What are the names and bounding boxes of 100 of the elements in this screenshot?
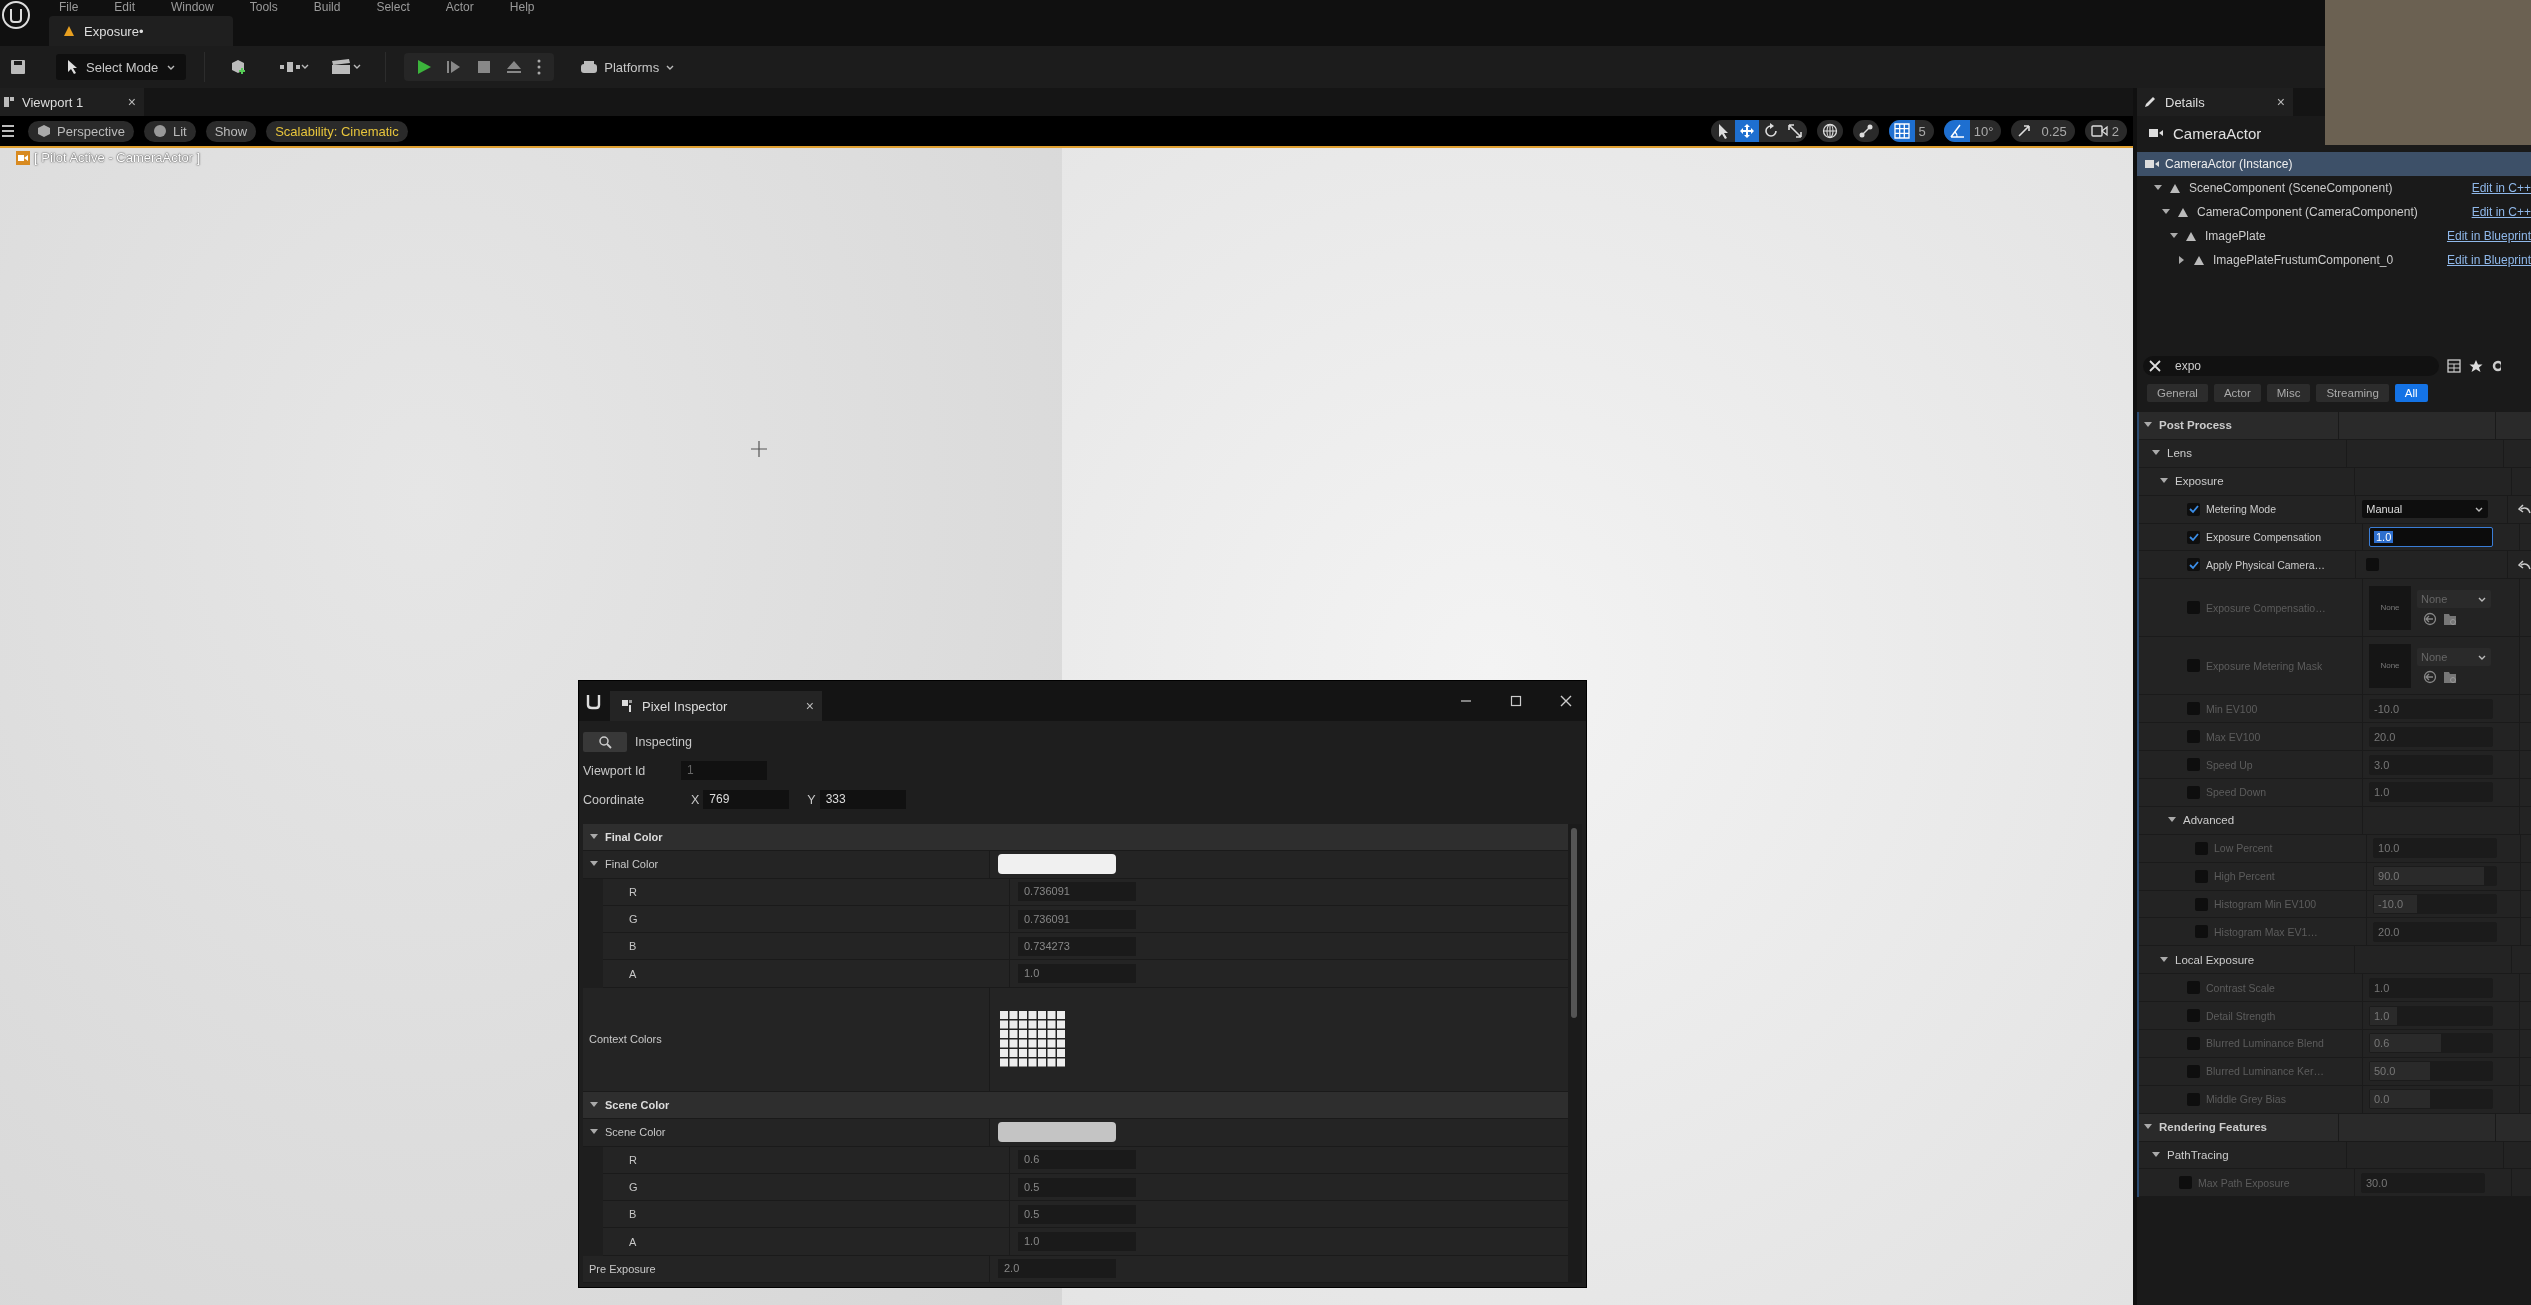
color-swatch[interactable] [998,1122,1116,1143]
value-field[interactable]: 0.736091 [1018,909,1136,929]
category-header[interactable]: Post Process [2159,419,2232,432]
star-icon[interactable] [2469,359,2483,373]
filter-tab[interactable]: Misc [2266,384,2311,402]
section-header[interactable]: Final Color [605,831,663,844]
override-checkbox[interactable] [2187,502,2200,516]
value-field[interactable]: -10.0 [2369,698,2493,719]
menu-item[interactable]: File [59,0,79,16]
scrollbar-thumb[interactable] [1571,828,1577,1018]
use-selected-icon[interactable] [2423,611,2437,626]
settings-icon[interactable] [2491,359,2501,373]
filter-tab[interactable]: Actor [2213,384,2261,402]
details-tab[interactable]: Details × [2137,88,2293,116]
value-field[interactable]: 10.0 [2373,838,2498,859]
section-header[interactable]: Scene Color [605,1099,670,1112]
mode-dropdown[interactable]: Select Mode [56,54,187,80]
lit-button[interactable]: Lit [143,120,196,142]
filter-tab[interactable]: Streaming [2316,384,2389,402]
browse-folder-icon[interactable] [2443,611,2457,626]
edit-link[interactable]: Edit in C++ [2471,181,2531,195]
category-header[interactable]: Local Exposure [2175,953,2255,966]
category-header[interactable]: Rendering Features [2159,1121,2267,1134]
color-swatch[interactable] [998,854,1116,875]
category-header[interactable]: Advanced [2183,814,2235,827]
reset-arrow-icon[interactable] [2518,503,2531,516]
document-tab[interactable]: Exposure• [49,16,233,46]
menu-item[interactable]: Build [313,0,341,16]
value-field[interactable]: 20.0 [2373,921,2498,942]
menu-item[interactable]: Help [509,0,535,16]
override-checkbox[interactable] [2187,558,2200,572]
scalability-button[interactable]: Scalability: Cinematic [266,120,408,142]
menu-item[interactable]: Actor [445,0,474,16]
value-field[interactable]: 1.0 [2369,782,2493,803]
value-field[interactable]: 0.734273 [1018,936,1136,956]
close-button[interactable]: × [2276,94,2285,110]
value-field[interactable]: 20.0 [2369,726,2493,747]
asset-thumbnail[interactable]: None [2369,585,2411,630]
save-icon[interactable] [10,59,26,75]
play-icon[interactable] [416,59,433,75]
component-row[interactable]: SceneComponent (SceneComponent) Edit in C++ [2137,176,2531,200]
reset-arrow-icon[interactable] [2518,558,2531,571]
table-view-icon[interactable] [2447,359,2461,373]
eject-icon[interactable] [506,59,523,75]
platforms-dropdown[interactable]: Platforms [574,58,682,76]
close-button[interactable]: × [805,698,814,714]
window-tab[interactable]: Pixel Inspector × [610,691,822,721]
clapperboard-icon[interactable] [331,59,362,75]
value-field[interactable]: 1.0 [2369,977,2493,998]
show-button[interactable]: Show [205,120,257,142]
x-coordinate-field[interactable]: 769 [703,790,790,809]
edit-link[interactable]: Edit in C++ [2471,205,2531,219]
value-field[interactable]: 1.0 [1018,1232,1136,1252]
more-options-icon[interactable] [536,59,543,75]
value-field[interactable]: 0.6 [1018,1150,1136,1170]
search-field[interactable]: expo [2143,356,2439,376]
value-dropdown[interactable]: Manual [2362,500,2489,519]
edit-link[interactable]: Edit in Blueprint [2446,229,2531,243]
globe-button[interactable] [1816,120,1843,142]
menu-item[interactable]: Edit [114,0,136,16]
value-field[interactable]: 2.0 [998,1259,1116,1279]
category-header[interactable]: Exposure [2175,475,2224,488]
component-row[interactable]: ImagePlate Edit in Blueprint [2137,224,2531,248]
asset-thumbnail[interactable]: None [2369,643,2411,688]
stop-icon[interactable] [476,59,493,75]
move-tool-button[interactable] [1734,120,1759,142]
viewport-tab[interactable]: Viewport 1 × [0,88,144,116]
category-header[interactable]: PathTracing [2167,1149,2229,1162]
use-selected-icon[interactable] [2423,669,2437,684]
value-field[interactable]: 1.0 [1018,964,1136,984]
value-field[interactable]: 30.0 [2361,1172,2485,1193]
menu-item[interactable]: Select [376,0,410,16]
filter-tab[interactable]: General [2147,384,2208,402]
value-field[interactable]: 0.5 [1018,1204,1136,1224]
close-button[interactable]: × [127,94,136,110]
value-field[interactable]: 0.5 [1018,1177,1136,1197]
y-coordinate-field[interactable]: 333 [819,790,906,809]
close-icon[interactable] [1560,695,1572,707]
inspect-toggle-button[interactable] [583,731,627,752]
browse-folder-icon[interactable] [2443,669,2457,684]
surface-snap-button[interactable] [1852,120,1879,142]
component-row[interactable]: ImagePlateFrustumComponent_0 Edit in Blueprint [2137,248,2531,272]
perspective-button[interactable]: Perspective [28,120,134,142]
menu-icon[interactable] [2,125,14,137]
angle-snap-toggle[interactable] [1943,120,1970,142]
grid-snap-toggle[interactable] [1888,120,1915,142]
component-row[interactable]: CameraComponent (CameraComponent) Edit in C++ [2137,200,2531,224]
value-field[interactable]: 1.0 [2369,527,2493,547]
edit-link[interactable]: Edit in Blueprint [2446,253,2531,267]
menu-item[interactable]: Tools [249,0,278,16]
menu-item[interactable]: Window [171,0,214,16]
maximize-icon[interactable] [1510,695,1522,707]
component-row[interactable]: CameraActor (Instance) [2137,152,2531,176]
override-checkbox[interactable] [2187,530,2200,544]
value-field[interactable]: 0.736091 [1018,882,1136,902]
value-field[interactable]: 3.0 [2369,754,2493,775]
filter-tab[interactable]: All [2394,384,2428,402]
property-label: Middle Grey Bias [2206,1093,2286,1106]
camera-speed-button[interactable]: 2 [2084,120,2127,142]
category-header[interactable]: Lens [2167,447,2192,460]
